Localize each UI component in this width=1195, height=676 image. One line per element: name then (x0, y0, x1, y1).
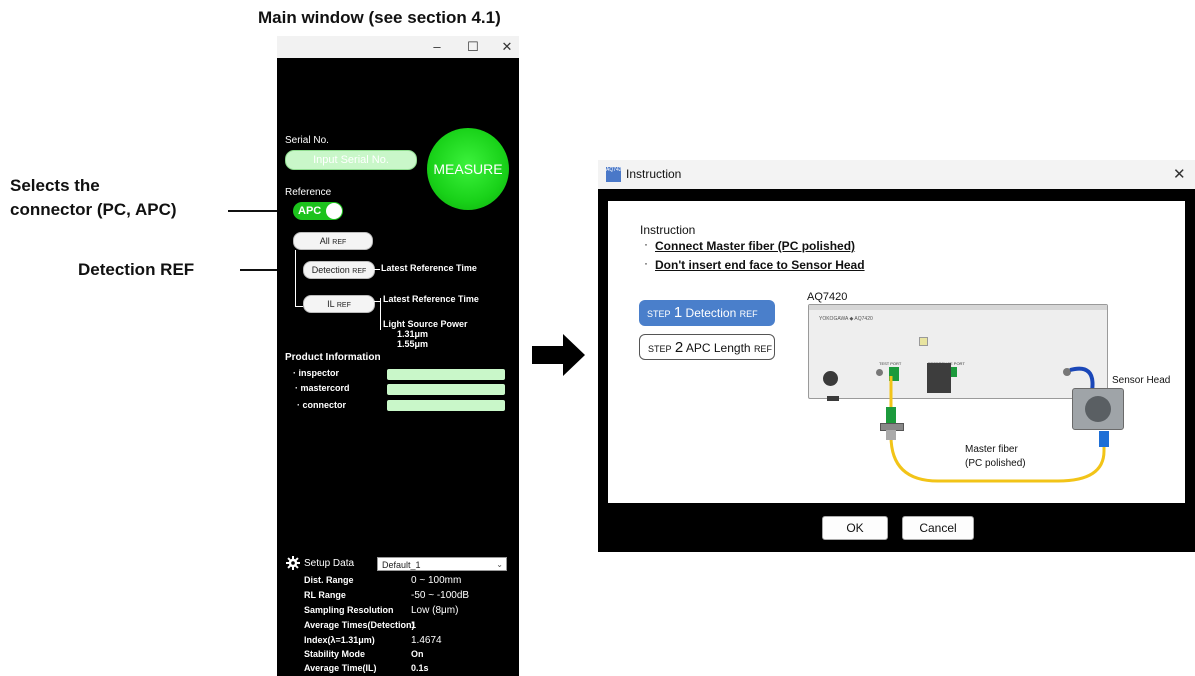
sensor-head-illustration (1072, 388, 1124, 430)
maximize-icon[interactable]: ☐ (463, 38, 483, 56)
toggle-value: APC (298, 205, 322, 217)
connector-annotation-line2: connector (PC, APC) (10, 200, 177, 219)
main-window: – ☐ ✕ Serial No. Input Serial No. MEASUR… (277, 36, 519, 676)
il-tree-line (380, 298, 381, 330)
inspector-field[interactable] (387, 369, 505, 380)
setup-row-value: 1 (411, 620, 417, 630)
product-field-label: · connector (297, 400, 347, 410)
master-fiber-label-2: (PC polished) (965, 458, 1026, 469)
connector-line (295, 306, 303, 307)
instruction-dialog: AQ7420 Instruction ✕ Instruction · Conne… (598, 160, 1195, 552)
wavelength-2: 1.55μm (397, 339, 429, 349)
light-source-power-label: Light Source Power (383, 319, 468, 329)
toggle-knob (326, 203, 342, 219)
setup-row-label: RL Range (304, 590, 346, 600)
setup-row-label: Index(λ=1.31μm) (304, 635, 375, 645)
connector-toggle[interactable]: APC (293, 202, 343, 220)
sensor-lens-icon (1085, 396, 1111, 422)
main-window-caption: Main window (see section 4.1) (258, 8, 501, 27)
il-ref-button[interactable]: IL REF (303, 295, 375, 313)
connector-annotation-line1: Selects the (10, 176, 100, 195)
mastercord-field[interactable] (387, 384, 505, 395)
all-ref-button[interactable]: All REF (293, 232, 373, 250)
ref-suffix: REF (332, 239, 347, 246)
dialog-titlebar: AQ7420 Instruction ✕ (598, 160, 1195, 189)
setup-select-value: Default_1 (382, 560, 421, 570)
fiber-connector-icon (1099, 431, 1109, 447)
product-info-title: Product Information (285, 352, 381, 363)
close-icon[interactable]: ✕ (1173, 165, 1186, 183)
setup-data-select[interactable]: Default_1 ⌄ (377, 557, 507, 571)
arrow-head-icon (563, 334, 585, 376)
sensor-head-label: Sensor Head (1112, 375, 1171, 386)
fiber-connector-icon (886, 407, 896, 423)
adapter-body-icon (886, 430, 896, 440)
il-latest-time: Latest Reference Time (383, 294, 479, 304)
ref-suffix: REF (336, 302, 351, 309)
setup-row-value: On (411, 649, 424, 659)
dialog-title: Instruction (626, 167, 682, 181)
setup-row-label: Sampling Resolution (304, 605, 394, 615)
setup-row-value: Low (8μm) (411, 605, 459, 616)
app-icon: AQ7420 (606, 167, 621, 182)
product-field-label: · mastercord (295, 383, 350, 393)
setup-row-label: Dist. Range (304, 575, 354, 585)
chevron-down-icon: ⌄ (496, 560, 503, 569)
connector-line (374, 269, 380, 270)
setup-row-label: Stability Mode (304, 649, 366, 659)
ref-suffix: REF (352, 268, 367, 275)
setup-row-value: 1.4674 (411, 635, 442, 646)
gear-icon[interactable] (286, 556, 300, 575)
fiber-cables (889, 366, 1106, 483)
all-ref-label: All (319, 236, 330, 246)
reference-label: Reference (285, 187, 332, 198)
il-ref-label: IL (327, 299, 335, 309)
measure-button[interactable]: MEASURE (427, 128, 509, 210)
wavelength-1: 1.31μm (397, 329, 429, 339)
dialog-content: Instruction · Connect Master fiber (PC p… (608, 201, 1185, 503)
ok-button[interactable]: OK (822, 516, 888, 540)
setup-data-label: Setup Data (304, 558, 355, 569)
cancel-button[interactable]: Cancel (902, 516, 974, 540)
setup-row-value: 0 ~ 100mm (411, 575, 462, 586)
close-icon[interactable]: ✕ (497, 38, 517, 56)
serial-input[interactable]: Input Serial No. (285, 150, 417, 170)
setup-row-label: Average Times(Detection) (304, 620, 415, 630)
setup-row-label: Average Time(IL) (304, 663, 377, 673)
detection-latest-time: Latest Reference Time (381, 263, 477, 273)
minimize-icon[interactable]: – (427, 38, 447, 56)
main-titlebar: – ☐ ✕ (277, 36, 519, 58)
detection-ref-label: Detection (311, 265, 350, 275)
connector-field[interactable] (387, 400, 505, 411)
ref-tree-line (295, 250, 296, 306)
detection-ref-button[interactable]: Detection REF (303, 261, 375, 279)
serial-label: Serial No. (285, 135, 329, 146)
detection-ref-annotation: Detection REF (78, 260, 195, 279)
arrow-icon (532, 346, 566, 364)
setup-row-value: -50 ~ -100dB (411, 590, 470, 601)
master-fiber-label-1: Master fiber (965, 444, 1018, 455)
product-field-label: · inspector (293, 368, 340, 378)
setup-row-value: 0.1s (411, 663, 429, 673)
